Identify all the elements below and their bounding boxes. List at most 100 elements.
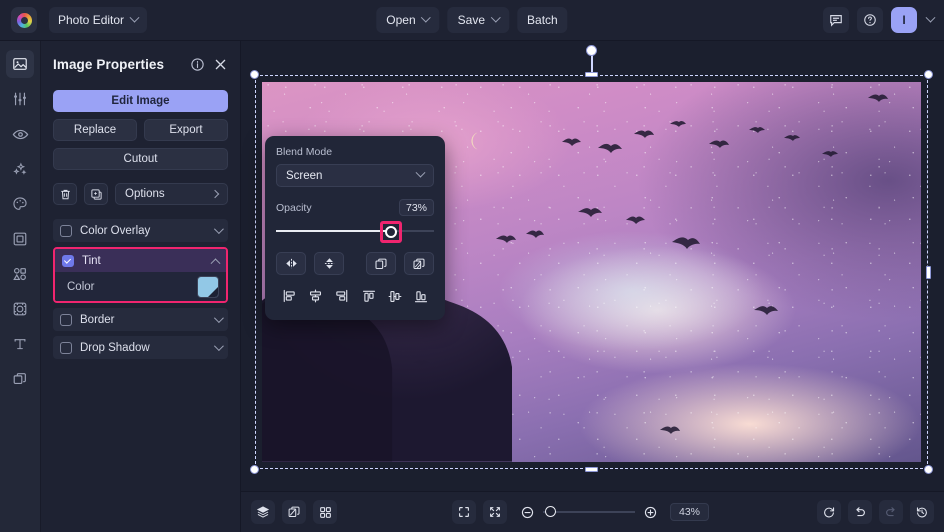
rail-item-effects-tool[interactable] bbox=[6, 155, 34, 183]
rail-item-layers-tool[interactable] bbox=[6, 365, 34, 393]
avatar[interactable]: I bbox=[891, 7, 917, 33]
crop-transform-icon bbox=[12, 301, 28, 317]
resize-handle-bottom-right[interactable] bbox=[924, 465, 933, 474]
align-top-button[interactable] bbox=[356, 285, 382, 307]
border-checkbox[interactable] bbox=[60, 314, 72, 326]
effect-label: Tint bbox=[82, 255, 204, 267]
align-bottom-button[interactable] bbox=[408, 285, 434, 307]
align-center-horizontal-icon bbox=[308, 289, 323, 303]
eye-icon bbox=[12, 126, 29, 143]
align-center-v-button[interactable] bbox=[382, 285, 408, 307]
rail-item-text-tool[interactable] bbox=[6, 330, 34, 358]
page-title: Image Properties bbox=[53, 57, 182, 72]
palette-icon bbox=[12, 196, 28, 212]
close-button[interactable] bbox=[213, 57, 228, 72]
opacity-slider-handle[interactable] bbox=[385, 226, 397, 238]
align-top-icon bbox=[362, 289, 376, 304]
rail-item-color-tool[interactable] bbox=[6, 190, 34, 218]
rotate-handle[interactable] bbox=[586, 45, 597, 56]
flip-vertical-button[interactable] bbox=[314, 252, 344, 275]
tint-checkbox[interactable] bbox=[62, 255, 74, 267]
align-right-button[interactable] bbox=[328, 285, 354, 307]
history-button[interactable] bbox=[910, 500, 934, 524]
duplicate-button[interactable] bbox=[84, 183, 108, 205]
open-button[interactable]: Open bbox=[376, 7, 439, 33]
chevron-down-icon[interactable] bbox=[214, 313, 224, 323]
effect-row-color-overlay[interactable]: Color Overlay bbox=[53, 219, 228, 242]
blend-mode-select[interactable]: Screen bbox=[276, 164, 434, 187]
app-menu-button[interactable]: Photo Editor bbox=[49, 7, 147, 33]
effect-row-tint[interactable]: Tint bbox=[55, 249, 226, 272]
opacity-slider[interactable] bbox=[276, 223, 434, 239]
photo-editor-app: Photo Editor Open Save Batch bbox=[0, 0, 944, 532]
effect-row-drop-shadow[interactable]: Drop Shadow bbox=[53, 336, 228, 359]
opacity-value[interactable]: 73% bbox=[399, 199, 434, 216]
drop-shadow-checkbox[interactable] bbox=[60, 342, 72, 354]
object-tools-row: Options bbox=[53, 183, 228, 205]
resize-handle-middle-right[interactable] bbox=[926, 266, 931, 279]
replace-button[interactable]: Replace bbox=[53, 119, 137, 141]
resize-handle-bottom-left[interactable] bbox=[250, 465, 259, 474]
collapse-view-button[interactable] bbox=[483, 500, 507, 524]
align-left-button[interactable] bbox=[276, 285, 302, 307]
history-icon bbox=[915, 505, 929, 519]
batch-button[interactable]: Batch bbox=[517, 7, 568, 33]
chevron-down-icon[interactable] bbox=[214, 224, 224, 234]
resize-handle-top-center[interactable] bbox=[585, 72, 598, 77]
help-icon bbox=[863, 13, 877, 27]
app-logo-button[interactable] bbox=[11, 7, 37, 33]
help-button[interactable] bbox=[857, 7, 883, 33]
layers-panel-button[interactable] bbox=[251, 500, 275, 524]
zoom-slider[interactable] bbox=[543, 505, 635, 519]
export-button[interactable]: Export bbox=[144, 119, 228, 141]
resize-handle-top-right[interactable] bbox=[924, 70, 933, 79]
rail-item-image-tool[interactable] bbox=[6, 50, 34, 78]
chevron-down-icon[interactable] bbox=[926, 12, 936, 22]
rail-item-shapes-tool[interactable] bbox=[6, 260, 34, 288]
canvas-area[interactable]: Blend Mode Screen Opacity 73% bbox=[241, 41, 944, 491]
grid-view-button[interactable] bbox=[313, 500, 337, 524]
tint-section-highlight: Tint Color bbox=[53, 247, 228, 303]
zoom-in-button[interactable] bbox=[643, 505, 658, 520]
chevron-up-icon[interactable] bbox=[211, 258, 221, 268]
undo-button[interactable] bbox=[848, 500, 872, 524]
top-right-tools: I bbox=[823, 7, 934, 33]
save-button[interactable]: Save bbox=[448, 7, 509, 33]
cutout-button[interactable]: Cutout bbox=[53, 148, 228, 170]
chevron-down-icon bbox=[416, 168, 426, 178]
flip-horizontal-button[interactable] bbox=[276, 252, 306, 275]
zoom-slider-handle[interactable] bbox=[545, 506, 556, 517]
zoom-level-value[interactable]: 43% bbox=[670, 503, 709, 521]
align-center-h-button[interactable] bbox=[302, 285, 328, 307]
blend-mode-label: Blend Mode bbox=[276, 146, 434, 158]
opacity-label: Opacity bbox=[276, 202, 399, 214]
tint-color-swatch[interactable] bbox=[197, 276, 219, 298]
fit-screen-button[interactable] bbox=[452, 500, 476, 524]
image-icon bbox=[12, 56, 28, 72]
transform-panel-button[interactable] bbox=[282, 500, 306, 524]
tint-color-row: Color bbox=[55, 272, 226, 301]
rail-item-retouch-tool[interactable] bbox=[6, 120, 34, 148]
floating-layer-toolbar: Blend Mode Screen Opacity 73% bbox=[265, 136, 445, 320]
rail-item-adjust-tool[interactable] bbox=[6, 85, 34, 113]
rail-item-frame-tool[interactable] bbox=[6, 225, 34, 253]
zoom-out-button[interactable] bbox=[520, 505, 535, 520]
chevron-down-icon[interactable] bbox=[214, 341, 224, 351]
zoom-in-icon bbox=[643, 505, 658, 520]
feedback-button[interactable] bbox=[823, 7, 849, 33]
resize-handle-bottom-center[interactable] bbox=[585, 467, 598, 472]
edit-image-button[interactable]: Edit Image bbox=[53, 90, 228, 112]
resize-handle-top-left[interactable] bbox=[250, 70, 259, 79]
effect-row-border[interactable]: Border bbox=[53, 308, 228, 331]
mask-button[interactable] bbox=[404, 252, 434, 275]
duplicate-layer-button[interactable] bbox=[366, 252, 396, 275]
options-button[interactable]: Options bbox=[115, 183, 228, 205]
reset-button[interactable] bbox=[817, 500, 841, 524]
redo-button[interactable] bbox=[879, 500, 903, 524]
color-overlay-checkbox[interactable] bbox=[60, 225, 72, 237]
delete-button[interactable] bbox=[53, 183, 77, 205]
sliders-icon bbox=[12, 91, 28, 107]
info-button[interactable] bbox=[190, 57, 205, 72]
rail-item-crop-tool[interactable] bbox=[6, 295, 34, 323]
fit-screen-icon bbox=[457, 505, 471, 519]
